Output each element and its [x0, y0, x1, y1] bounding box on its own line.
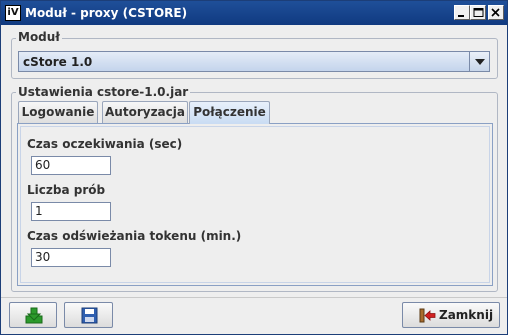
minimize-icon [458, 15, 464, 17]
download-button[interactable] [9, 302, 57, 328]
modul-select-value: cStore 1.0 [23, 55, 93, 69]
settings-group-label: Ustawienia cstore-1.0.jar [16, 85, 191, 99]
bottom-separator [1, 297, 507, 298]
download-icon [25, 307, 43, 324]
chevron-down-icon [475, 59, 485, 65]
token-refresh-label: Czas odświeżania tokenu (min.) [27, 229, 242, 243]
retries-label: Liczba prób [27, 183, 106, 197]
window-close-button[interactable] [488, 5, 504, 20]
token-refresh-input[interactable]: 30 [31, 248, 111, 267]
maximize-button[interactable] [470, 5, 486, 20]
modul-select-arrow[interactable] [469, 52, 489, 71]
app-icon: iV [5, 5, 21, 21]
minimize-button[interactable] [454, 5, 470, 20]
dialog-window: iV Moduł - proxy (CSTORE) Moduł cStore 1… [0, 0, 508, 335]
timeout-input[interactable]: 60 [31, 156, 111, 175]
tab-logowanie[interactable]: Logowanie [18, 101, 98, 123]
close-icon [491, 8, 500, 17]
exit-door-icon [419, 308, 436, 323]
close-button-label: Zamknij [439, 308, 494, 322]
modul-select[interactable]: cStore 1.0 [18, 51, 490, 72]
tab-polaczenie[interactable]: Połączenie [189, 101, 270, 124]
timeout-label: Czas oczekiwania (sec) [27, 137, 183, 151]
close-button[interactable]: Zamknij [402, 302, 500, 328]
window-title: Moduł - proxy (CSTORE) [25, 6, 188, 20]
retries-input[interactable]: 1 [31, 202, 111, 221]
tab-autoryzacja[interactable]: Autoryzacja [102, 101, 188, 123]
floppy-disk-icon [81, 307, 98, 324]
save-button[interactable] [64, 302, 113, 328]
maximize-icon [473, 8, 484, 17]
modul-group-label: Moduł [16, 30, 62, 44]
title-bar[interactable]: iV Moduł - proxy (CSTORE) [1, 1, 507, 25]
